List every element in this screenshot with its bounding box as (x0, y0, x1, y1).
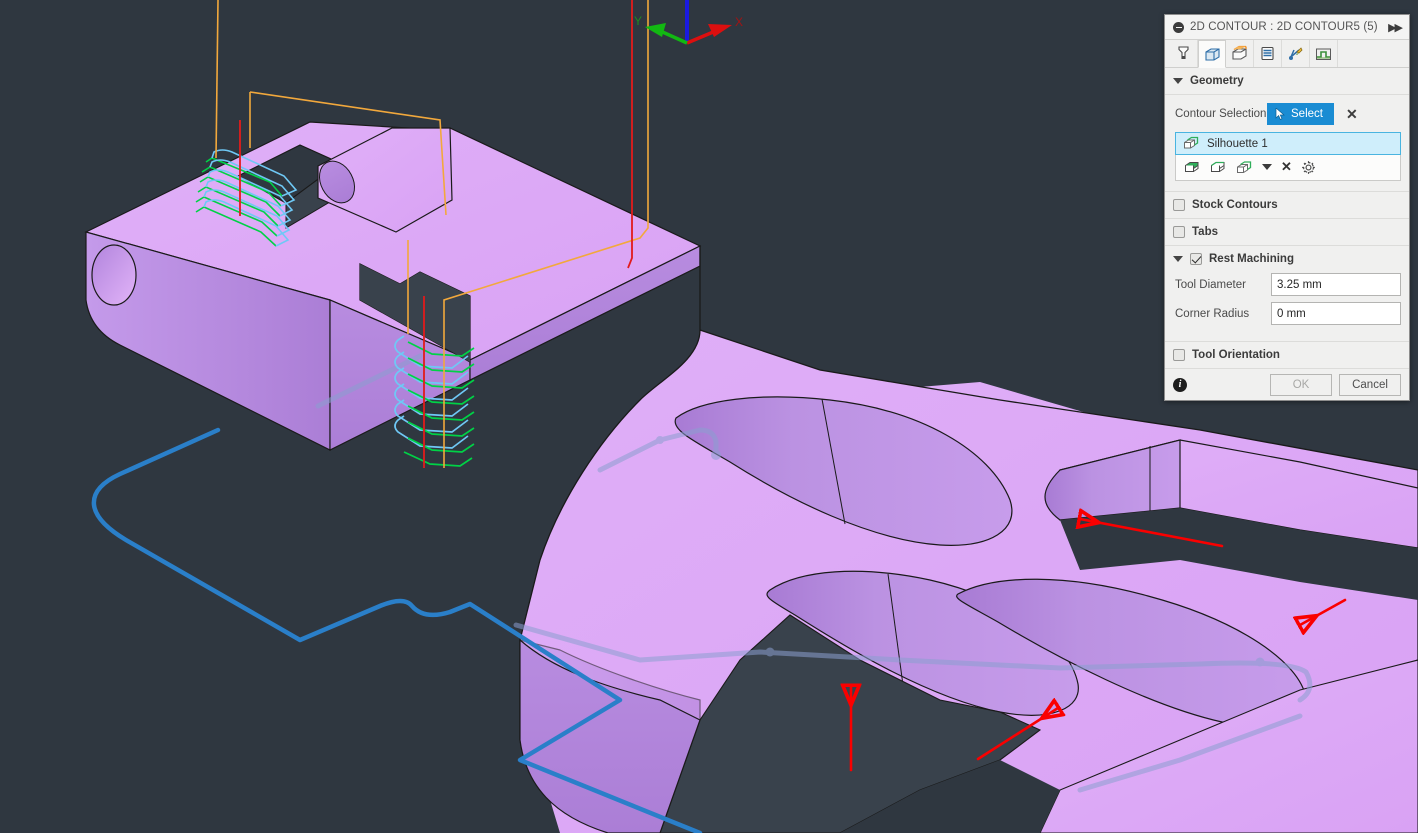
tab-heights[interactable] (1226, 40, 1254, 67)
tab-ramp[interactable] (1310, 40, 1338, 67)
tool-diameter-row: Tool Diameter 3.25 mm (1175, 273, 1401, 296)
contour-selection-row: Contour Selection Select ✕ (1175, 103, 1401, 125)
collapse-minus-icon[interactable] (1173, 21, 1184, 33)
section-header-stock-contours[interactable]: Stock Contours (1165, 192, 1409, 219)
select-silhouette-icon[interactable] (1236, 160, 1253, 175)
heights-box-icon (1232, 45, 1247, 60)
section-header-tabs[interactable]: Tabs (1165, 219, 1409, 246)
caret-down-icon (1173, 78, 1183, 84)
select-button[interactable]: Select (1267, 103, 1334, 125)
selection-toolbar[interactable]: ✕ (1176, 154, 1400, 180)
tabs-label: Tabs (1192, 226, 1218, 238)
ok-button[interactable]: OK (1270, 373, 1332, 396)
endmill-tool-icon (1178, 46, 1189, 60)
select-button-label: Select (1291, 108, 1323, 120)
2d-contour-dialog[interactable]: 2D CONTOUR : 2D CONTOUR5 (5) ▶▶ Geometry… (1164, 14, 1410, 401)
corner-radius-row: Corner Radius 0 mm (1175, 302, 1401, 325)
bore-hole (91, 244, 137, 306)
tool-diameter-input[interactable]: 3.25 mm (1271, 273, 1401, 296)
list-item-silhouette[interactable]: Silhouette 1 (1175, 132, 1401, 155)
section-header-tool-orientation[interactable]: Tool Orientation (1165, 342, 1409, 368)
contour-selection-label: Contour Selection (1175, 108, 1267, 120)
tab-linking[interactable] (1282, 40, 1310, 67)
tabs-checkbox[interactable] (1173, 226, 1185, 238)
stock-contours-checkbox[interactable] (1173, 199, 1185, 211)
passes-layers-icon (1261, 46, 1274, 61)
section-header-rest-machining[interactable]: Rest Machining (1165, 246, 1409, 269)
axis-label-x: X (735, 15, 743, 29)
section-header-geometry[interactable]: Geometry (1165, 68, 1409, 95)
caret-down-icon (1173, 256, 1183, 262)
linking-leadin-icon (1289, 47, 1303, 60)
silhouette-icon (1184, 136, 1199, 149)
rest-machining-body: Tool Diameter 3.25 mm Corner Radius 0 mm (1165, 269, 1409, 341)
tab-tool[interactable] (1170, 40, 1198, 67)
tool-orientation-label: Tool Orientation (1192, 349, 1280, 361)
corner-radius-label: Corner Radius (1175, 307, 1250, 320)
axis-label-y: Y (634, 14, 642, 28)
caret-down-icon[interactable] (1262, 164, 1272, 170)
box-green-top-icon[interactable] (1184, 160, 1201, 175)
geometry-box-icon (1204, 47, 1220, 61)
box-plain-icon[interactable] (1210, 160, 1227, 175)
gear-icon[interactable] (1301, 160, 1316, 175)
tool-diameter-label: Tool Diameter (1175, 278, 1246, 291)
ramp-step-icon (1316, 48, 1331, 60)
rest-machining-label: Rest Machining (1209, 253, 1294, 265)
cam-application-window: Y X 2D CONTOUR : 2D CONTOUR5 (5) ▶▶ Geom… (0, 0, 1418, 833)
selection-list[interactable]: Silhouette 1 ✕ (1175, 132, 1401, 181)
cancel-button[interactable]: Cancel (1339, 373, 1401, 396)
cursor-arrow-icon (1275, 108, 1285, 120)
delete-selection-icon[interactable]: ✕ (1281, 159, 1292, 175)
dialog-title-bar[interactable]: 2D CONTOUR : 2D CONTOUR5 (5) ▶▶ (1165, 15, 1409, 40)
dialog-tabstrip[interactable] (1165, 40, 1409, 68)
info-icon[interactable]: i (1173, 377, 1187, 392)
list-item-label: Silhouette 1 (1207, 137, 1268, 150)
dialog-title: 2D CONTOUR : 2D CONTOUR5 (5) (1190, 21, 1378, 33)
tool-orientation-checkbox[interactable] (1173, 349, 1185, 361)
double-chevron-right-icon[interactable]: ▶▶ (1388, 21, 1403, 34)
tab-geometry[interactable] (1198, 40, 1226, 68)
tab-passes[interactable] (1254, 40, 1282, 67)
stock-contours-label: Stock Contours (1192, 199, 1278, 211)
clear-selection-icon[interactable]: ✕ (1346, 107, 1358, 121)
corner-radius-input[interactable]: 0 mm (1271, 302, 1401, 325)
dialog-footer: i OK Cancel (1165, 368, 1409, 400)
section-title-geometry: Geometry (1190, 75, 1244, 87)
rest-machining-checkbox[interactable] (1190, 253, 1202, 265)
geometry-body: Contour Selection Select ✕ Silhouette 1 … (1165, 95, 1409, 191)
